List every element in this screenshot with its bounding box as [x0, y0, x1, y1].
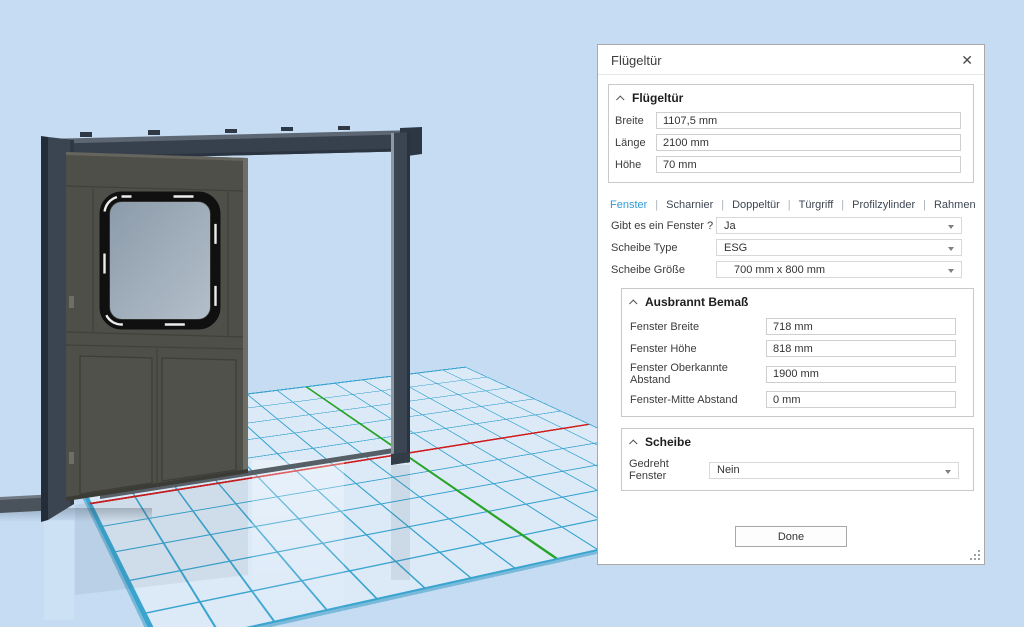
- tab-turgriff[interactable]: Türgriff: [799, 199, 853, 211]
- chevron-down-icon: [945, 470, 951, 474]
- fenster-exists-label: Gibt es ein Fenster ?: [611, 220, 716, 232]
- group-ausbrannt-header[interactable]: Ausbrannt Bemaß: [622, 289, 973, 314]
- scheibe-grosse-label: Scheibe Größe: [611, 264, 716, 276]
- lange-field[interactable]: [656, 134, 961, 151]
- close-icon[interactable]: ✕: [961, 51, 973, 69]
- fenster-hohe-label: Fenster Höhe: [630, 343, 766, 355]
- leaf-panel-left: [80, 356, 152, 494]
- oberkannte-abstand-label: Fenster Oberkannte Abstand: [630, 362, 766, 386]
- gedreht-fenster-select[interactable]: Nein: [709, 462, 959, 479]
- flugeltur-dialog: Flügeltür ✕ Flügeltür Breite Länge Höhe …: [597, 44, 985, 565]
- dialog-titlebar[interactable]: Flügeltür ✕: [598, 45, 984, 75]
- tab-rahmen[interactable]: Rahmen: [934, 199, 976, 211]
- fenster-exists-value: Ja: [724, 220, 736, 232]
- field-row: Gibt es ein Fenster ? Ja: [611, 217, 962, 234]
- tab-doppeltur[interactable]: Doppeltür: [732, 199, 799, 211]
- group-flugeltur-title: Flügeltür: [632, 91, 683, 105]
- fenster-breite-label: Fenster Breite: [630, 321, 766, 333]
- chevron-up-icon: [629, 299, 637, 307]
- gedreht-fenster-value: Nein: [717, 464, 740, 476]
- scheibe-type-label: Scheibe Type: [611, 242, 716, 254]
- field-row: Höhe: [615, 156, 961, 173]
- breite-label: Breite: [615, 115, 656, 127]
- field-row: Scheibe Größe 700 mm x 800 mm: [611, 261, 962, 278]
- group-flugeltur-header[interactable]: Flügeltür: [609, 85, 973, 110]
- group-scheibe: Scheibe Gedreht Fenster Nein: [621, 428, 974, 491]
- field-row: Scheibe Type ESG: [611, 239, 962, 256]
- chevron-down-icon: [948, 247, 954, 251]
- hohe-field[interactable]: [656, 156, 961, 173]
- oberkannte-abstand-field[interactable]: [766, 366, 956, 383]
- leaf-panel-right: [162, 358, 236, 481]
- breite-field[interactable]: [656, 112, 961, 129]
- field-row: Fenster Breite: [630, 318, 965, 335]
- done-button[interactable]: Done: [735, 526, 847, 547]
- field-row: Fenster Oberkannte Abstand: [630, 362, 965, 386]
- tab-fenster[interactable]: Fenster: [610, 199, 666, 211]
- lange-label: Länge: [615, 137, 656, 149]
- leaf-window[interactable]: [105, 197, 216, 325]
- fenster-breite-field[interactable]: [766, 318, 956, 335]
- mitte-abstand-field[interactable]: [766, 391, 956, 408]
- chevron-down-icon: [948, 225, 954, 229]
- resize-grip-icon[interactable]: [970, 550, 980, 560]
- field-row: Fenster Höhe: [630, 340, 965, 357]
- group-scheibe-header[interactable]: Scheibe: [622, 429, 973, 454]
- dialog-title: Flügeltür: [611, 53, 662, 68]
- field-row: Fenster-Mitte Abstand: [630, 391, 965, 408]
- hinge-mark: [69, 452, 74, 464]
- chevron-up-icon: [629, 439, 637, 447]
- scheibe-type-select[interactable]: ESG: [716, 239, 962, 256]
- hinge-mark: [69, 296, 74, 308]
- hohe-label: Höhe: [615, 159, 656, 171]
- fenster-exists-select[interactable]: Ja: [716, 217, 962, 234]
- tab-strip: FensterScharnierDoppeltürTürgriffProfilz…: [610, 199, 984, 211]
- field-row: Breite: [615, 112, 961, 129]
- tab-scharnier[interactable]: Scharnier: [666, 199, 732, 211]
- group-ausbrannt-title: Ausbrannt Bemaß: [645, 295, 748, 309]
- fenster-hohe-field[interactable]: [766, 340, 956, 357]
- mitte-abstand-label: Fenster-Mitte Abstand: [630, 394, 766, 406]
- scheibe-type-value: ESG: [724, 242, 747, 254]
- door-leaf[interactable]: [66, 152, 248, 501]
- field-row: Gedreht Fenster Nein: [629, 458, 959, 482]
- scheibe-grosse-value: 700 mm x 800 mm: [734, 264, 825, 276]
- chevron-up-icon: [616, 95, 624, 103]
- group-ausbrannt: Ausbrannt Bemaß Fenster Breite Fenster H…: [621, 288, 974, 417]
- window-glass: [110, 202, 210, 319]
- scheibe-grosse-select[interactable]: 700 mm x 800 mm: [716, 261, 962, 278]
- chevron-down-icon: [948, 269, 954, 273]
- group-scheibe-title: Scheibe: [645, 435, 691, 449]
- gedreht-fenster-label: Gedreht Fenster: [629, 458, 709, 482]
- tab-profilzylinder[interactable]: Profilzylinder: [852, 199, 934, 211]
- group-flugeltur: Flügeltür Breite Länge Höhe: [608, 84, 974, 183]
- field-row: Länge: [615, 134, 961, 151]
